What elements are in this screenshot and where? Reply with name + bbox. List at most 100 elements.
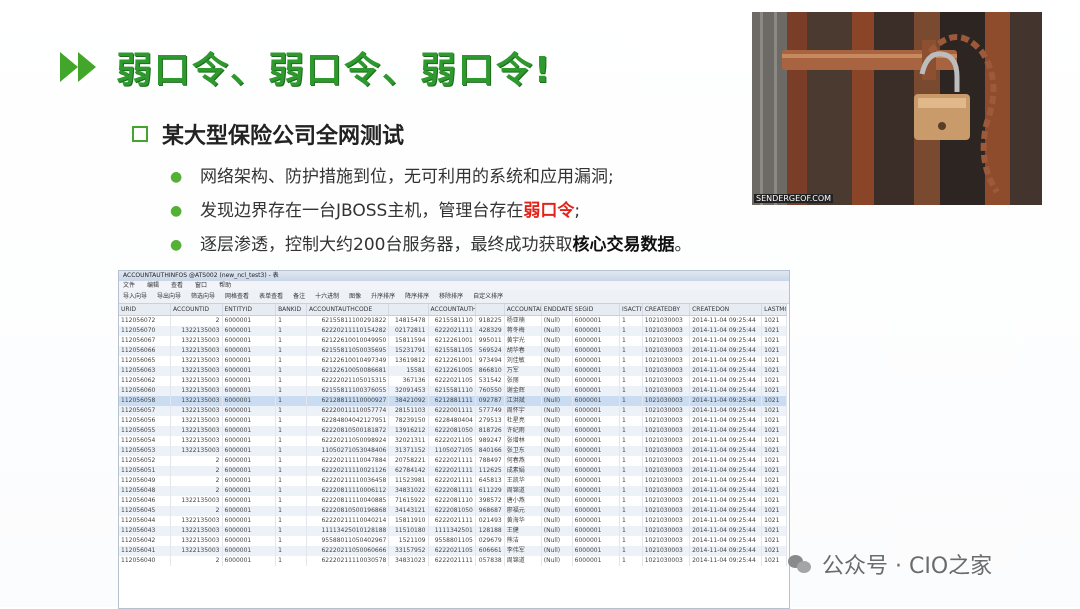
filter-wizard-button[interactable]: 筛选向导 (191, 290, 215, 303)
table-cell[interactable]: 谢金辉 (504, 386, 542, 396)
table-cell[interactable]: 6222021111 (428, 516, 476, 526)
table-row[interactable]: 112056070 1322135003 6000001 1 6222021111015… (119, 326, 787, 336)
table-cell[interactable]: 黄宇光 (504, 336, 542, 346)
table-cell[interactable]: (Null) (541, 356, 573, 366)
table-cell[interactable]: 1021030003 (642, 326, 691, 336)
table-cell[interactable]: 2014-11-04 09:25:44 (689, 486, 763, 496)
table-cell[interactable]: 6000001 (572, 406, 621, 416)
table-cell[interactable]: 2014-11-04 09:25:44 (689, 416, 763, 426)
table-cell[interactable]: 112056048 (119, 486, 171, 496)
table-cell[interactable]: 6000001 (222, 486, 277, 496)
table-cell[interactable]: 15581 (388, 366, 429, 376)
table-cell[interactable]: 1021030003 (642, 356, 691, 366)
table-cell[interactable]: 1 (275, 326, 307, 336)
table-cell[interactable]: 367136 (388, 376, 429, 386)
table-cell[interactable]: 818726 (475, 426, 505, 436)
table-cell[interactable]: 6215581110 (428, 386, 476, 396)
table-cell[interactable]: 15231791 (388, 346, 429, 356)
table-cell[interactable]: 092787 (475, 396, 505, 406)
table-cell[interactable]: 9558801105 (428, 536, 476, 546)
table-cell[interactable]: 62220211110030578 (306, 556, 390, 566)
remove-sort-button[interactable]: 移除排序 (439, 290, 463, 303)
table-cell[interactable]: 1021 (761, 336, 787, 346)
table-cell[interactable]: 11523981 (388, 476, 429, 486)
column-header[interactable]: ENTITYID (222, 304, 277, 316)
table-cell[interactable]: 6000001 (572, 486, 621, 496)
table-cell[interactable]: 1322135003 (170, 516, 223, 526)
table-cell[interactable]: 胡华春 (504, 346, 542, 356)
table-cell[interactable]: 1 (275, 406, 307, 416)
table-cell[interactable]: 112056043 (119, 526, 171, 536)
table-cell[interactable]: 1021030003 (642, 396, 691, 406)
table-cell[interactable]: (Null) (541, 336, 573, 346)
table-cell[interactable]: 1 (275, 536, 307, 546)
table-cell[interactable]: 1 (275, 396, 307, 406)
table-cell[interactable]: 606661 (475, 546, 505, 556)
table-cell[interactable]: 645813 (475, 476, 505, 486)
table-cell[interactable]: 021493 (475, 516, 505, 526)
table-row[interactable]: 112056042 1322135003 6000001 1 9558801105040… (119, 536, 787, 546)
table-cell[interactable]: 11050271053048406 (306, 446, 390, 456)
table-cell[interactable]: 1 (275, 356, 307, 366)
table-cell[interactable]: 2014-11-04 09:25:44 (689, 506, 763, 516)
table-cell[interactable]: 20758221 (388, 456, 429, 466)
table-cell[interactable]: 1 (275, 466, 307, 476)
table-cell[interactable]: 黄海华 (504, 516, 542, 526)
table-cell[interactable]: 6000001 (222, 516, 277, 526)
table-cell[interactable]: 6000001 (572, 496, 621, 506)
table-cell[interactable]: 杜星亮 (504, 416, 542, 426)
table-cell[interactable]: 2 (170, 556, 223, 566)
table-cell[interactable]: 2 (170, 506, 223, 516)
table-cell[interactable]: 6000001 (222, 506, 277, 516)
table-cell[interactable]: 1322135003 (170, 416, 223, 426)
table-cell[interactable]: 62220211110040214 (306, 516, 390, 526)
table-row[interactable]: 112056054 1322135003 6000001 1 6222021105009… (119, 436, 787, 446)
table-cell[interactable]: 32091453 (388, 386, 429, 396)
table-row[interactable]: 112056063 1322135003 6000001 1 6212261005008… (119, 366, 787, 376)
table-cell[interactable]: 6212881111 (428, 396, 476, 406)
table-cell[interactable]: 1021 (761, 476, 787, 486)
table-cell[interactable]: 6000001 (572, 366, 621, 376)
table-cell[interactable]: 1 (619, 546, 643, 556)
table-cell[interactable]: 62220810500196868 (306, 506, 390, 516)
table-row[interactable]: 112056066 1322135003 6000001 1 6215581105003… (119, 346, 787, 356)
table-cell[interactable]: 6222021111 (428, 556, 476, 566)
table-row[interactable]: 112056052 2 6000001 1 62220211110047884 20758… (119, 456, 787, 466)
table-cell[interactable]: 6000001 (222, 536, 277, 546)
column-header[interactable]: ACCOUNTAL (504, 304, 542, 316)
table-cell[interactable]: 112056056 (119, 416, 171, 426)
table-row[interactable]: 112056072 2 6000001 1 62155811100291822 14815… (119, 315, 787, 326)
table-cell[interactable]: 1021 (761, 346, 787, 356)
table-cell[interactable]: 6000001 (572, 326, 621, 336)
table-cell[interactable]: 2014-11-04 09:25:44 (689, 436, 763, 446)
table-cell[interactable]: 1 (275, 346, 307, 356)
table-cell[interactable]: 1322135003 (170, 326, 223, 336)
table-cell[interactable]: 1 (275, 436, 307, 446)
table-cell[interactable]: 2014-11-04 09:25:44 (689, 526, 763, 536)
table-cell[interactable]: (Null) (541, 346, 573, 356)
table-cell[interactable]: 6000001 (222, 376, 277, 386)
table-cell[interactable]: 6000001 (222, 406, 277, 416)
table-cell[interactable]: 13916212 (388, 426, 429, 436)
table-cell[interactable]: 1322135003 (170, 356, 223, 366)
table-cell[interactable]: 李伟军 (504, 546, 542, 556)
table-cell[interactable]: 张增林 (504, 436, 542, 446)
table-cell[interactable]: 62222021105015315 (306, 376, 390, 386)
table-cell[interactable]: 6000001 (222, 446, 277, 456)
table-cell[interactable]: 1 (275, 476, 307, 486)
table-cell[interactable]: 1 (275, 336, 307, 346)
table-cell[interactable]: 6000001 (222, 476, 277, 486)
table-cell[interactable]: 1 (275, 516, 307, 526)
table-cell[interactable]: 62220211050098924 (306, 436, 390, 446)
table-cell[interactable]: 112056066 (119, 346, 171, 356)
table-cell[interactable]: 6000001 (222, 366, 277, 376)
table-cell[interactable]: 1 (619, 446, 643, 456)
table-cell[interactable]: 6222021111 (428, 476, 476, 486)
table-cell[interactable]: 1021 (761, 315, 787, 326)
table-cell[interactable]: 1021030003 (642, 546, 691, 556)
table-cell[interactable]: 62284804042127951 (306, 416, 390, 426)
table-cell[interactable]: 廖福元 (504, 506, 542, 516)
table-cell[interactable]: 万军 (504, 366, 542, 376)
table-cell[interactable]: 112056042 (119, 536, 171, 546)
table-cell[interactable]: 1 (275, 486, 307, 496)
